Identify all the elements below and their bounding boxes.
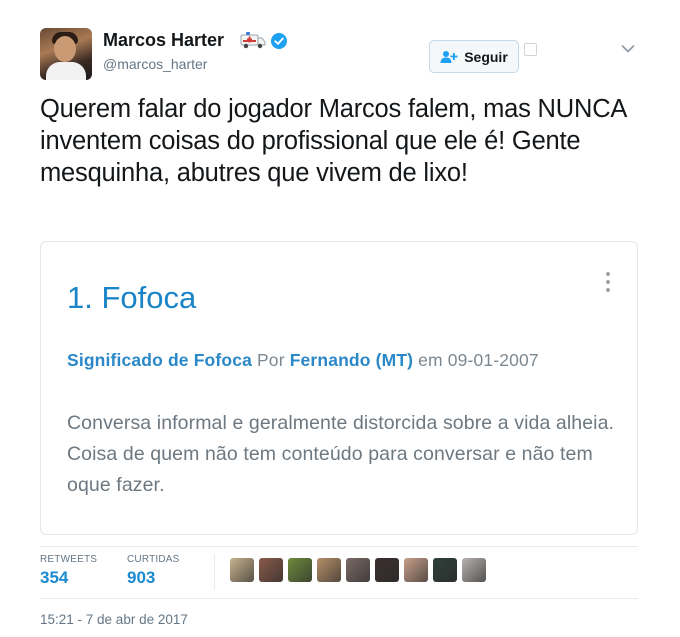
liker-avatar[interactable] <box>375 558 399 582</box>
likes-count[interactable]: 903 <box>127 568 155 588</box>
chevron-down-icon[interactable] <box>621 44 635 54</box>
meaning-link[interactable]: Significado de Fofoca <box>67 350 252 370</box>
card-title: 1. Fofoca <box>67 280 197 315</box>
liker-avatar[interactable] <box>259 558 283 582</box>
verified-badge-icon <box>271 33 287 49</box>
stats-separator <box>214 554 215 590</box>
tweet-text: Querem falar do jogador Marcos falem, ma… <box>40 95 626 187</box>
liker-avatar[interactable] <box>230 558 254 582</box>
avatar-face <box>54 36 76 62</box>
meta-date: em 09-01-2007 <box>418 350 539 370</box>
avatar-shirt <box>46 62 86 80</box>
more-options-icon[interactable] <box>605 272 611 294</box>
author-avatar[interactable] <box>40 28 92 80</box>
liker-avatar[interactable] <box>288 558 312 582</box>
author-name[interactable]: Marcos Harter <box>103 30 224 51</box>
liker-avatar[interactable] <box>317 558 341 582</box>
liker-avatars <box>230 558 486 582</box>
definition-card: 1. Fofoca Significado de Fofoca Por Fern… <box>40 241 638 535</box>
author-handle[interactable]: @marcos_harter <box>103 56 207 72</box>
liker-avatar[interactable] <box>462 558 486 582</box>
divider <box>40 598 638 599</box>
ambulance-icon <box>240 32 266 49</box>
likes-label: CURTIDAS <box>127 554 180 565</box>
liker-avatar[interactable] <box>404 558 428 582</box>
definition-line-1: Conversa informal e geralmente distorcid… <box>67 412 615 434</box>
small-box-icon <box>524 43 537 56</box>
retweets-count[interactable]: 354 <box>40 568 68 588</box>
divider <box>40 546 638 547</box>
liker-avatar[interactable] <box>346 558 370 582</box>
follow-button-label: Seguir <box>464 48 508 65</box>
tweet-timestamp[interactable]: 15:21 - 7 de abr de 2017 <box>40 612 188 627</box>
liker-avatar[interactable] <box>433 558 457 582</box>
card-author-link[interactable]: Fernando (MT) <box>290 350 413 370</box>
card-definition: Conversa informal e geralmente distorcid… <box>67 408 627 501</box>
definition-line-2: Coisa de quem não tem conteúdo para conv… <box>67 443 593 496</box>
card-meta: Significado de Fofoca Por Fernando (MT) … <box>67 350 539 371</box>
meta-by: Por <box>256 350 285 370</box>
retweets-label: RETWEETS <box>40 554 98 565</box>
follow-button[interactable]: Seguir <box>429 40 519 73</box>
add-person-icon <box>440 50 458 63</box>
